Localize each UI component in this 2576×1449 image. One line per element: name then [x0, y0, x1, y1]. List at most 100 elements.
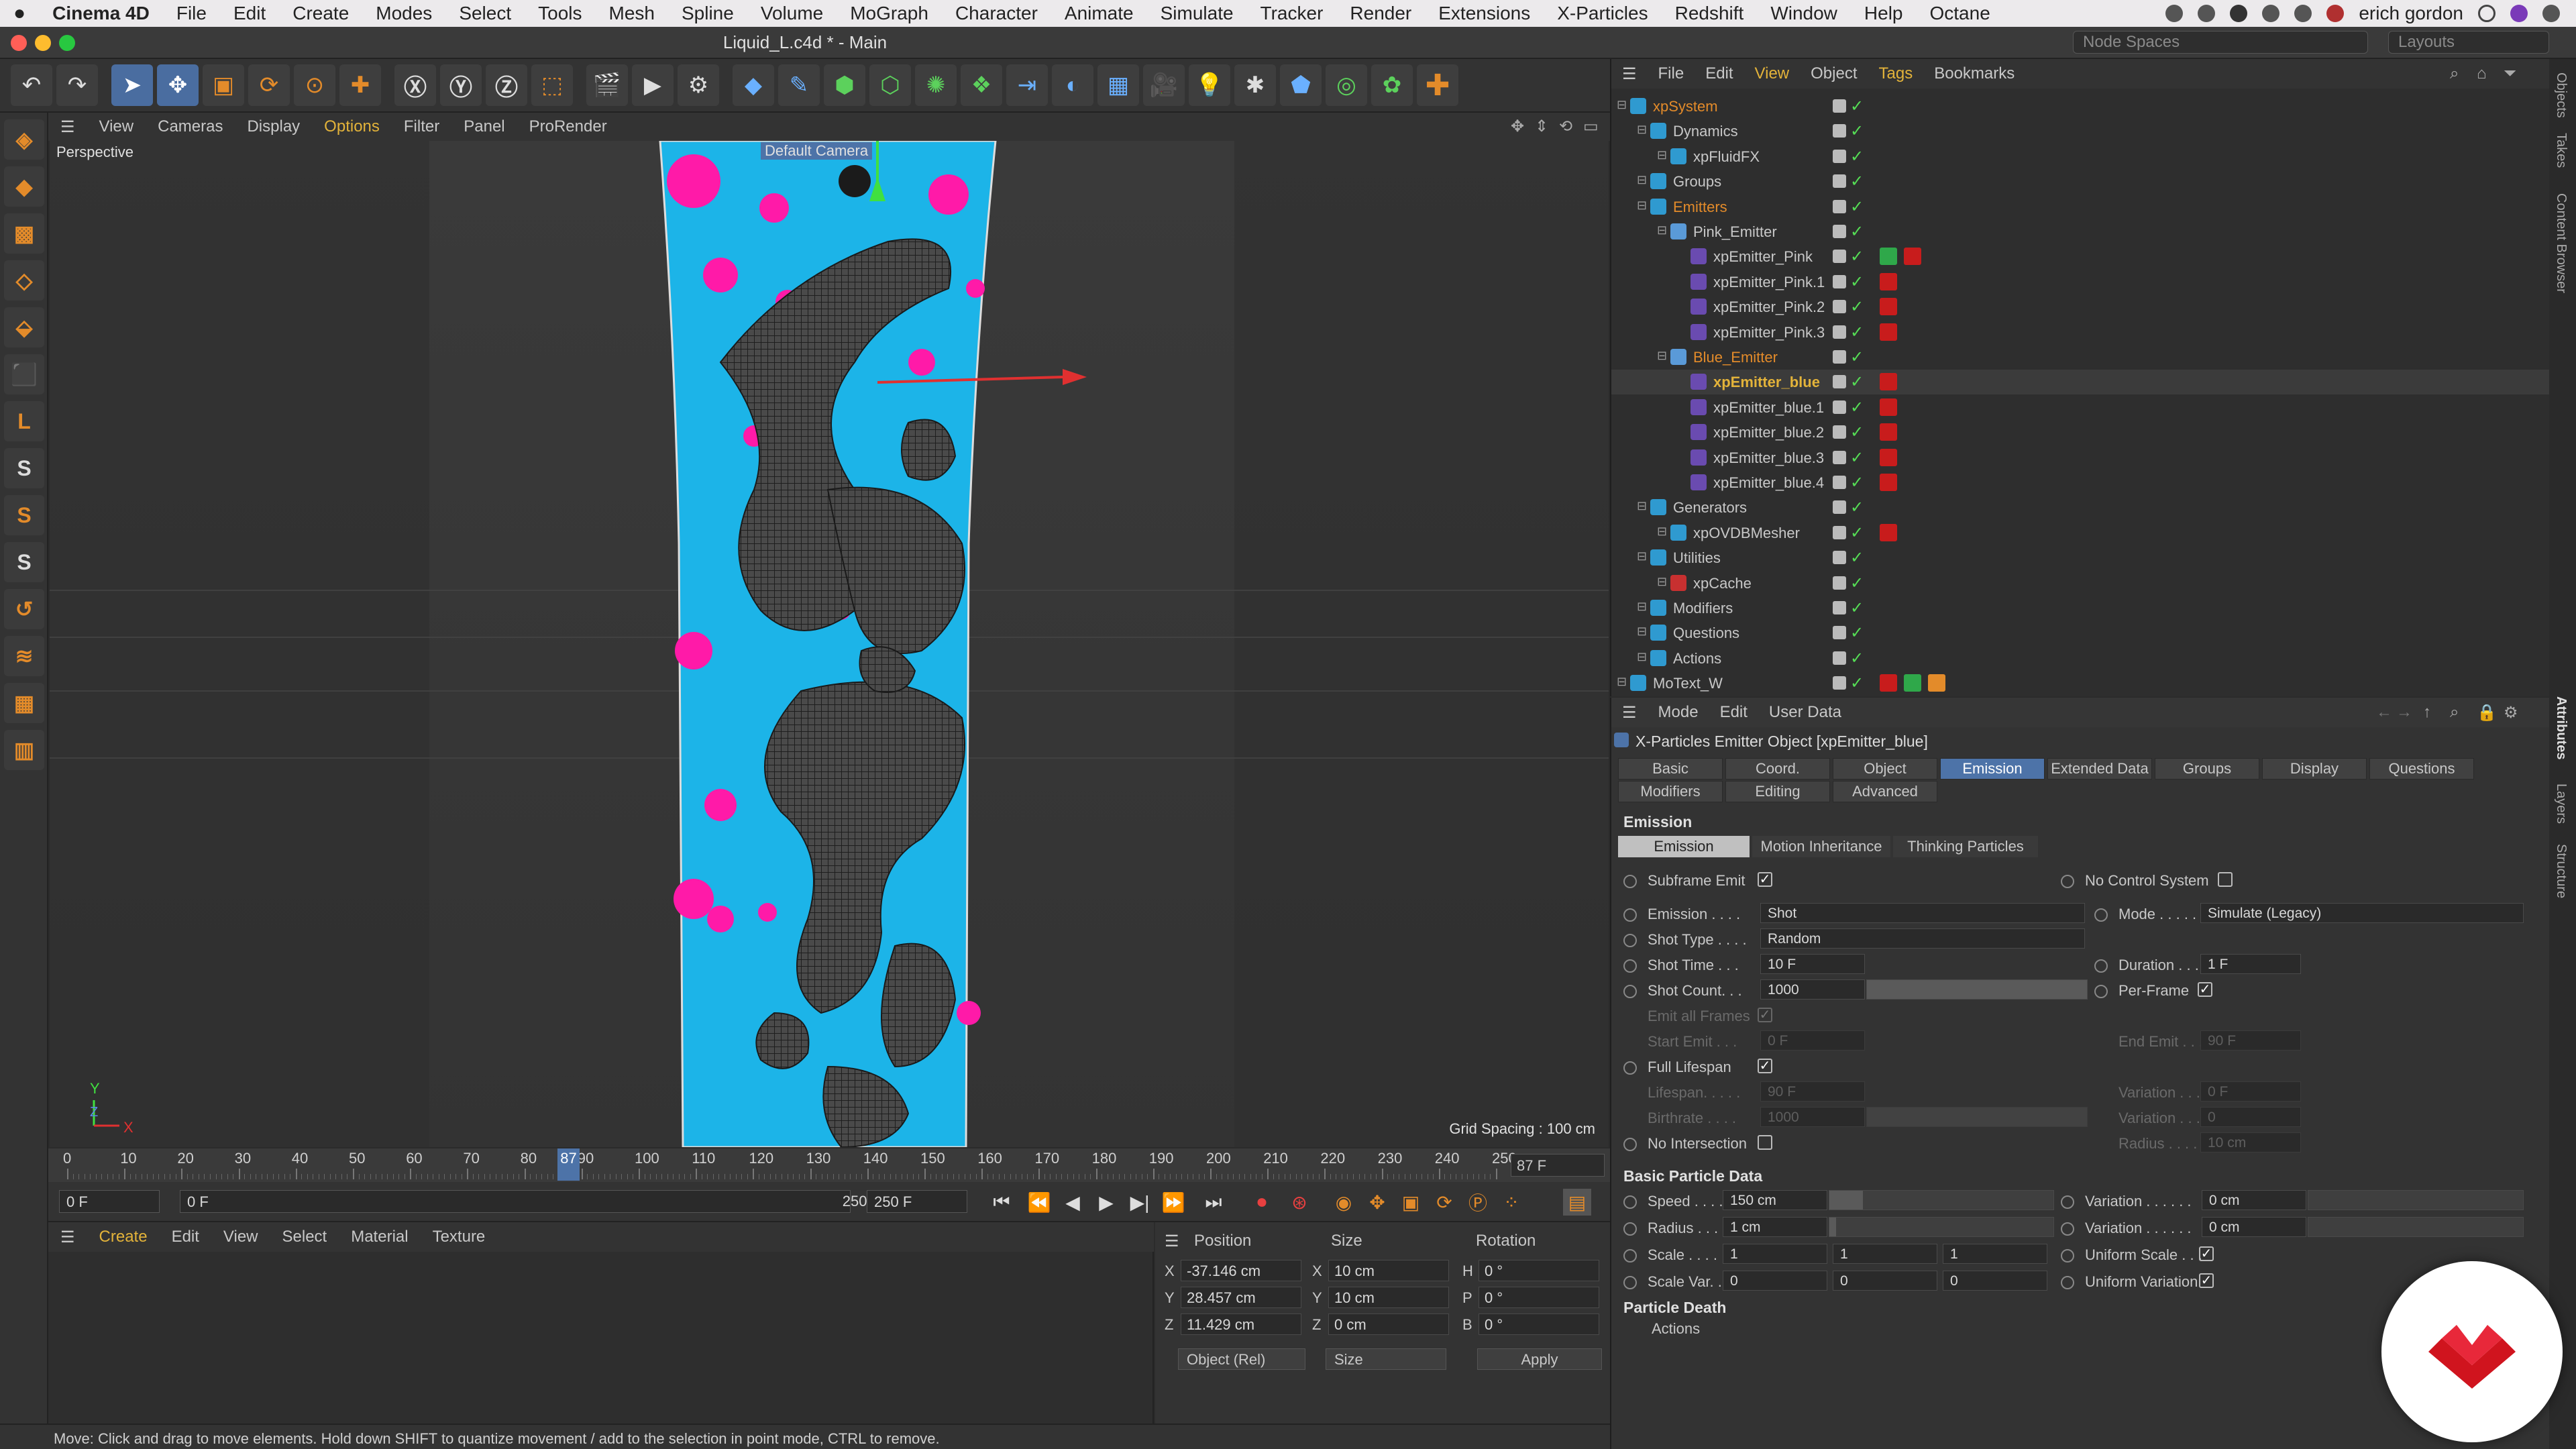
duration-anim[interactable]: [2094, 959, 2108, 973]
edge-mode-icon[interactable]: ⬙: [4, 307, 44, 347]
search-icon[interactable]: [2478, 5, 2496, 22]
size-y-field[interactable]: 10 cm: [1328, 1287, 1449, 1308]
mac-menu-edit[interactable]: Edit: [220, 3, 279, 24]
visibility-icon[interactable]: [1833, 274, 1846, 288]
visibility-icon[interactable]: [1833, 149, 1846, 163]
enabled-check-icon[interactable]: ✓: [1850, 372, 1864, 392]
material-menu-material[interactable]: Material: [339, 1228, 420, 1246]
attribute-hamburger-icon[interactable]: ☰: [1611, 703, 1648, 722]
object-tag-icon[interactable]: [1880, 523, 1897, 541]
object-row[interactable]: ⊟ xpOVDBMesher ✓: [1611, 521, 2551, 545]
select-tool-icon[interactable]: ➤: [111, 64, 153, 106]
enabled-check-icon[interactable]: ✓: [1850, 473, 1864, 492]
subtab-motion-inheritance[interactable]: Motion Inheritance: [1752, 836, 1890, 857]
uniform-scale-checkbox[interactable]: ✓: [2199, 1246, 2214, 1261]
rotate-tool-icon[interactable]: ⟳: [248, 64, 290, 106]
volume-icon[interactable]: [2294, 5, 2312, 22]
flag-icon[interactable]: [2326, 5, 2345, 22]
radius-slider[interactable]: [1829, 1217, 2054, 1237]
mac-menu-octane[interactable]: Octane: [1917, 3, 2004, 24]
object-row[interactable]: xpEmitter_Pink.1 ✓: [1611, 270, 2551, 294]
object-row[interactable]: ⊟ xpCache ✓: [1611, 571, 2551, 596]
visibility-icon[interactable]: [1833, 124, 1846, 138]
settings-icon[interactable]: ⚙: [2504, 703, 2518, 722]
viewport-menu-cameras[interactable]: Cameras: [146, 117, 235, 136]
object-name[interactable]: xpEmitter_Pink.1: [1713, 274, 1825, 291]
viewport-menu-display[interactable]: Display: [235, 117, 312, 136]
object-name[interactable]: Blue_Emitter: [1693, 349, 1778, 366]
side-tab-content-browser[interactable]: Content Browser: [2553, 193, 2569, 293]
plugin-icon[interactable]: ✿: [1371, 64, 1413, 106]
record-icon[interactable]: [2165, 5, 2184, 22]
speed-variation-field[interactable]: 0 cm: [2202, 1190, 2306, 1210]
object-row[interactable]: ⊟ Groups ✓: [1611, 169, 2551, 194]
tree-toggle-icon[interactable]: ⊟: [1617, 675, 1627, 689]
viewport-menu-panel[interactable]: Panel: [451, 117, 517, 136]
position-key-icon[interactable]: ✥: [1363, 1189, 1391, 1216]
no-control-anim[interactable]: [2061, 875, 2074, 888]
object-name[interactable]: xpEmitter_blue.1: [1713, 399, 1824, 417]
viewport-menu-options[interactable]: Options: [312, 117, 392, 136]
object-row[interactable]: ⊟ xpFluidFX ✓: [1611, 144, 2551, 169]
timeline-playhead[interactable]: 87: [557, 1148, 580, 1181]
visibility-icon[interactable]: [1833, 174, 1846, 189]
user-name[interactable]: erich gordon: [2359, 3, 2463, 24]
object-tag-icon[interactable]: [1880, 448, 1897, 466]
start-emit-field[interactable]: 0 F: [1760, 1030, 1865, 1051]
full-lifespan-anim[interactable]: [1623, 1061, 1637, 1075]
object-hamburger-icon[interactable]: ☰: [1611, 64, 1648, 84]
object-row[interactable]: ⊟ Emitters ✓: [1611, 195, 2551, 219]
object-row[interactable]: ⊟ Blue_Emitter ✓: [1611, 345, 2551, 370]
viewport-zoom-icon[interactable]: ⇕: [1535, 117, 1548, 136]
material-menu-select[interactable]: Select: [270, 1228, 339, 1246]
scale-var-anim[interactable]: [1623, 1276, 1637, 1289]
viewport-hamburger-icon[interactable]: ☰: [48, 117, 87, 137]
visibility-icon[interactable]: [1833, 576, 1846, 590]
object-name[interactable]: Utilities: [1673, 549, 1721, 567]
object-name[interactable]: Groups: [1673, 173, 1721, 191]
viewport-layout-icon[interactable]: ▭: [1583, 117, 1599, 136]
shot-time-field[interactable]: 10 F: [1760, 954, 1865, 974]
enabled-check-icon[interactable]: ✓: [1850, 121, 1864, 141]
record-keys-icon[interactable]: ⏺: [1248, 1189, 1276, 1216]
octane-icon[interactable]: ◎: [1326, 64, 1367, 106]
recent-tools-icon[interactable]: ⊙: [294, 64, 335, 106]
material-hamburger-icon[interactable]: ☰: [48, 1228, 87, 1247]
mac-menu-tracker[interactable]: Tracker: [1247, 3, 1337, 24]
array-icon[interactable]: ⬡: [869, 64, 911, 106]
viewport-menu-prorender[interactable]: ProRender: [517, 117, 619, 136]
side-tab-structure[interactable]: Structure: [2553, 844, 2569, 898]
coordinate-system-icon[interactable]: ⬚: [531, 64, 573, 106]
model-mode-icon[interactable]: ◆: [4, 166, 44, 207]
tab-coord-[interactable]: Coord.: [1725, 758, 1830, 780]
visibility-icon[interactable]: [1833, 250, 1846, 264]
next-frame-icon[interactable]: ▶|: [1126, 1189, 1154, 1216]
min-time-field[interactable]: 0 F: [59, 1190, 160, 1213]
workplane-icon[interactable]: ≋: [4, 636, 44, 676]
visibility-icon[interactable]: [1833, 199, 1846, 213]
radius-variation-slider[interactable]: [2308, 1217, 2524, 1237]
lock-workplane-icon[interactable]: ▥: [4, 730, 44, 770]
mac-menu-animate[interactable]: Animate: [1051, 3, 1147, 24]
lifespan-field[interactable]: 90 F: [1760, 1081, 1865, 1102]
mode-anim[interactable]: [2094, 908, 2108, 922]
object-menu-bookmarks[interactable]: Bookmarks: [1923, 64, 2025, 83]
tree-toggle-icon[interactable]: ⊟: [1657, 575, 1667, 589]
coord-mode-dropdown[interactable]: Object (Rel): [1178, 1348, 1305, 1370]
object-row[interactable]: xpEmitter_blue.2 ✓: [1611, 420, 2551, 445]
mac-menu-select[interactable]: Select: [445, 3, 525, 24]
mac-menu-create[interactable]: Create: [279, 3, 362, 24]
rotation-key-icon[interactable]: ⟳: [1430, 1189, 1458, 1216]
object-name[interactable]: xpEmitter_Pink.2: [1713, 299, 1825, 316]
deformer-icon[interactable]: ⇥: [1006, 64, 1048, 106]
object-menu-view[interactable]: View: [1744, 64, 1801, 83]
mac-menu-x-particles[interactable]: X-Particles: [1544, 3, 1661, 24]
visibility-icon[interactable]: [1833, 500, 1846, 515]
object-tag-icon[interactable]: [1904, 248, 1921, 266]
mac-menu-mesh[interactable]: Mesh: [596, 3, 668, 24]
emit-all-frames-checkbox[interactable]: ✓: [1758, 1008, 1772, 1022]
enabled-check-icon[interactable]: ✓: [1850, 247, 1864, 266]
point-mode-icon[interactable]: ◇: [4, 260, 44, 301]
mac-menu-spline[interactable]: Spline: [668, 3, 747, 24]
visibility-icon[interactable]: [1833, 450, 1846, 464]
